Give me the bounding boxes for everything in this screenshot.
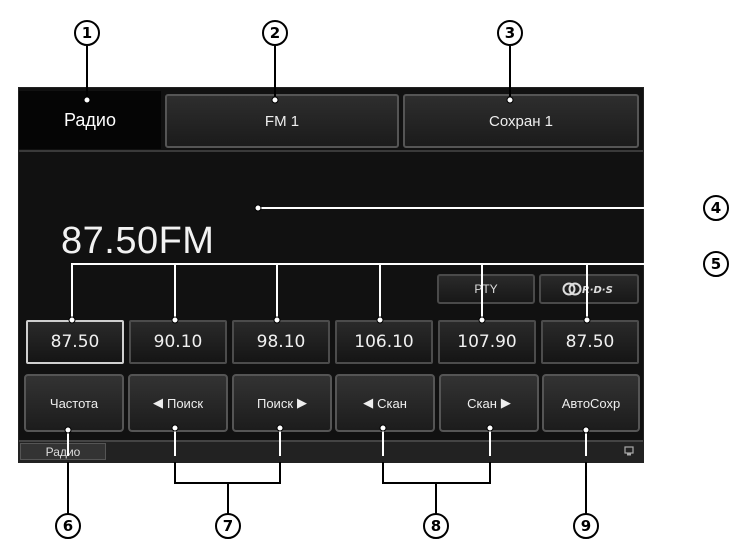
callout-9: 9	[573, 513, 599, 539]
callout-1: 1	[74, 20, 100, 46]
callout-lines	[64, 46, 703, 515]
callout-6: 6	[55, 513, 81, 539]
callout-2: 2	[262, 20, 288, 46]
callout-5: 5	[703, 251, 729, 277]
callout-7: 7	[215, 513, 241, 539]
callout-8: 8	[423, 513, 449, 539]
callout-4: 4	[703, 195, 729, 221]
callout-3: 3	[497, 20, 523, 46]
